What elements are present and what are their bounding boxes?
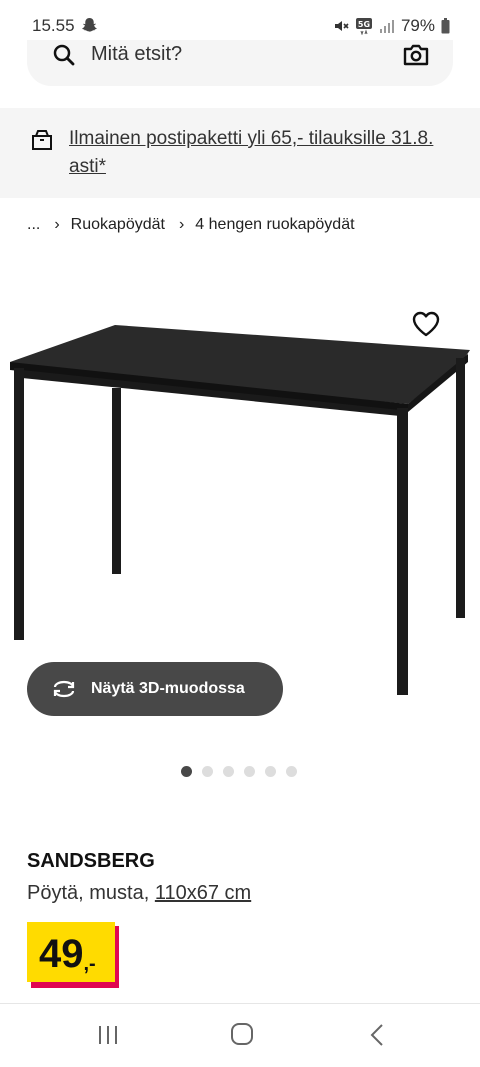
price-tag: 49 ,- — [27, 922, 119, 988]
pagination-dot[interactable] — [265, 766, 276, 777]
view-3d-button[interactable]: Näytä 3D-muodossa — [27, 662, 283, 716]
status-icons: 5G 79% — [333, 16, 450, 36]
rotate-3d-icon — [53, 680, 75, 698]
breadcrumb-item-dining-tables[interactable]: Ruokapöydät — [71, 216, 165, 234]
breadcrumb-item-4-person-tables[interactable]: 4 hengen ruokapöydät — [195, 216, 354, 234]
pagination-dot[interactable] — [181, 766, 192, 777]
product-type: Pöytä, musta, — [27, 882, 150, 904]
product-size-link[interactable]: 110x67 cm — [155, 882, 251, 904]
pagination-dot[interactable] — [202, 766, 213, 777]
promo-banner[interactable]: Ilmainen postipaketti yli 65,- tilauksil… — [0, 108, 480, 198]
pagination-dot[interactable] — [286, 766, 297, 777]
promo-link[interactable]: Ilmainen postipaketti yli 65,- tilauksil… — [69, 125, 459, 181]
search-icon[interactable] — [52, 43, 76, 67]
price-integer: 49 — [39, 932, 84, 976]
price-decimal: ,- — [83, 953, 96, 975]
network-5g-icon: 5G — [355, 18, 372, 35]
mute-icon — [334, 21, 349, 31]
recents-icon[interactable] — [96, 1024, 120, 1046]
svg-text:5G: 5G — [358, 20, 370, 29]
status-bar: 15.55 5G 79% — [0, 0, 480, 40]
image-pagination — [181, 766, 297, 777]
battery-icon — [441, 18, 450, 34]
product-name: SANDSBERG — [27, 850, 155, 872]
pagination-dot[interactable] — [244, 766, 255, 777]
breadcrumb: ... › Ruokapöydät › 4 hengen ruokapöydät — [27, 216, 355, 234]
product-description: Pöytä, musta, 110x67 cm — [27, 882, 251, 905]
chevron-right-icon: › — [54, 216, 60, 233]
breadcrumb-item-ellipsis[interactable]: ... — [27, 216, 40, 234]
snapchat-icon — [82, 18, 97, 32]
product-image[interactable] — [0, 300, 480, 710]
home-icon[interactable] — [230, 1022, 254, 1046]
box-icon — [32, 130, 52, 150]
camera-icon[interactable] — [403, 43, 429, 67]
status-time: 15.55 — [32, 16, 75, 35]
chevron-right-icon: › — [178, 216, 185, 233]
heart-icon[interactable] — [412, 311, 440, 337]
view-3d-label: Näytä 3D-muodossa — [91, 680, 245, 697]
battery-percent: 79% — [400, 16, 435, 35]
price-box: 49 ,- — [27, 922, 115, 982]
system-nav-bar — [0, 1003, 480, 1067]
signal-icon — [379, 20, 394, 33]
pagination-dot[interactable] — [223, 766, 234, 777]
search-input[interactable]: Mitä etsit? — [91, 43, 182, 66]
search-bar[interactable]: Mitä etsit? — [27, 40, 453, 86]
back-icon[interactable] — [368, 1022, 386, 1048]
